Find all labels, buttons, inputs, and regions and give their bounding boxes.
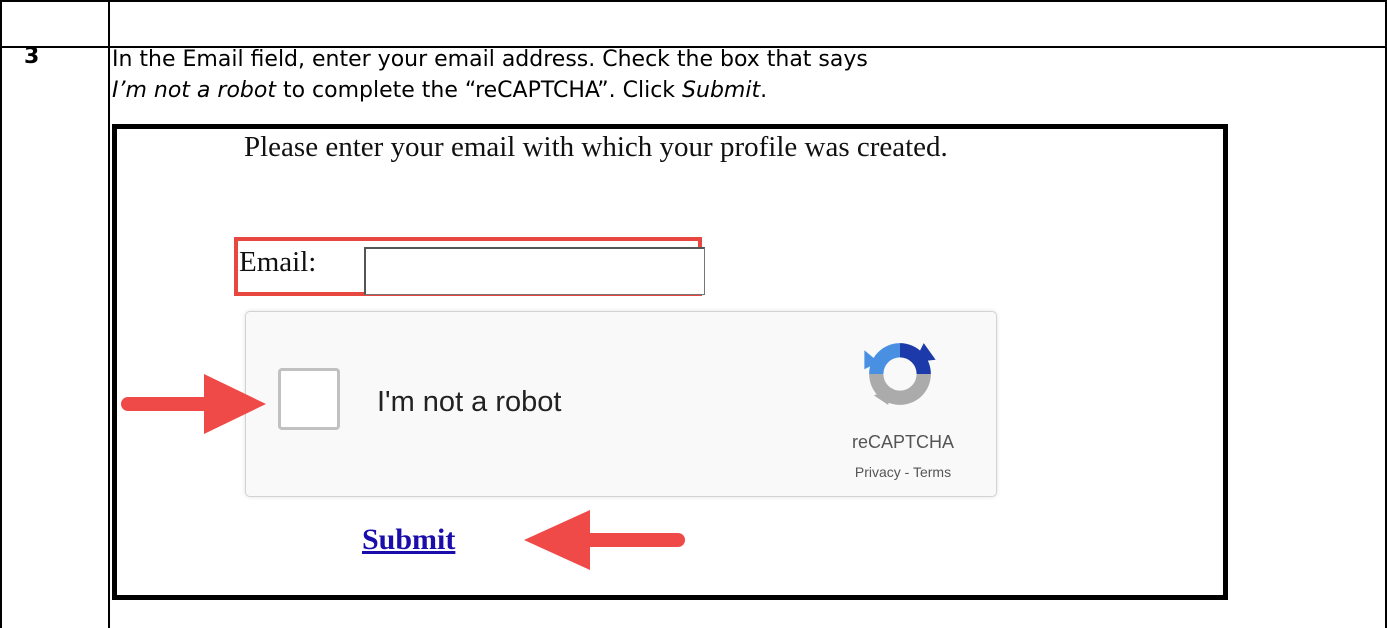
email-input[interactable] <box>364 247 705 295</box>
step-number: 3 <box>24 44 40 69</box>
step-instructions: In the Email field, enter your email add… <box>112 44 1212 106</box>
recaptcha-links: Privacy - Terms <box>830 464 976 480</box>
table-left-border <box>0 0 2 628</box>
table-top-border <box>0 0 1387 2</box>
email-label: Email: <box>239 246 317 278</box>
recaptcha-brand: reCAPTCHA <box>851 432 954 452</box>
recaptcha-logo-icon <box>864 343 936 405</box>
table-column-divider <box>108 0 110 628</box>
submit-link[interactable]: Submit <box>362 523 455 557</box>
instruction-line-1: In the Email field, enter your email add… <box>112 47 868 72</box>
instruction-middle: to complete the “reCAPTCHA”. Click <box>275 78 683 103</box>
recaptcha-privacy-link[interactable]: Privacy <box>855 464 901 480</box>
arrow-left-icon <box>524 510 685 570</box>
recaptcha-checkbox[interactable] <box>278 368 340 430</box>
instruction-italic-submit: Submit <box>682 78 761 103</box>
instruction-page: 3 In the Email field, enter your email a… <box>0 0 1387 628</box>
form-prompt: Please enter your email with which your … <box>244 131 948 163</box>
recaptcha-label: I'm not a robot <box>377 386 562 418</box>
instruction-italic-robot: I’m not a robot <box>112 78 276 103</box>
recaptcha-terms-link[interactable]: Terms <box>913 464 951 480</box>
recaptcha-widget: I'm not a robot reCAPTCHA Privacy - Term… <box>245 311 997 497</box>
instruction-end: . <box>760 78 768 103</box>
recaptcha-link-separator: - <box>900 464 913 480</box>
instruction-line-2: I’m not a robot to complete the “reCAPTC… <box>112 75 1212 106</box>
arrow-right-icon <box>121 374 266 434</box>
